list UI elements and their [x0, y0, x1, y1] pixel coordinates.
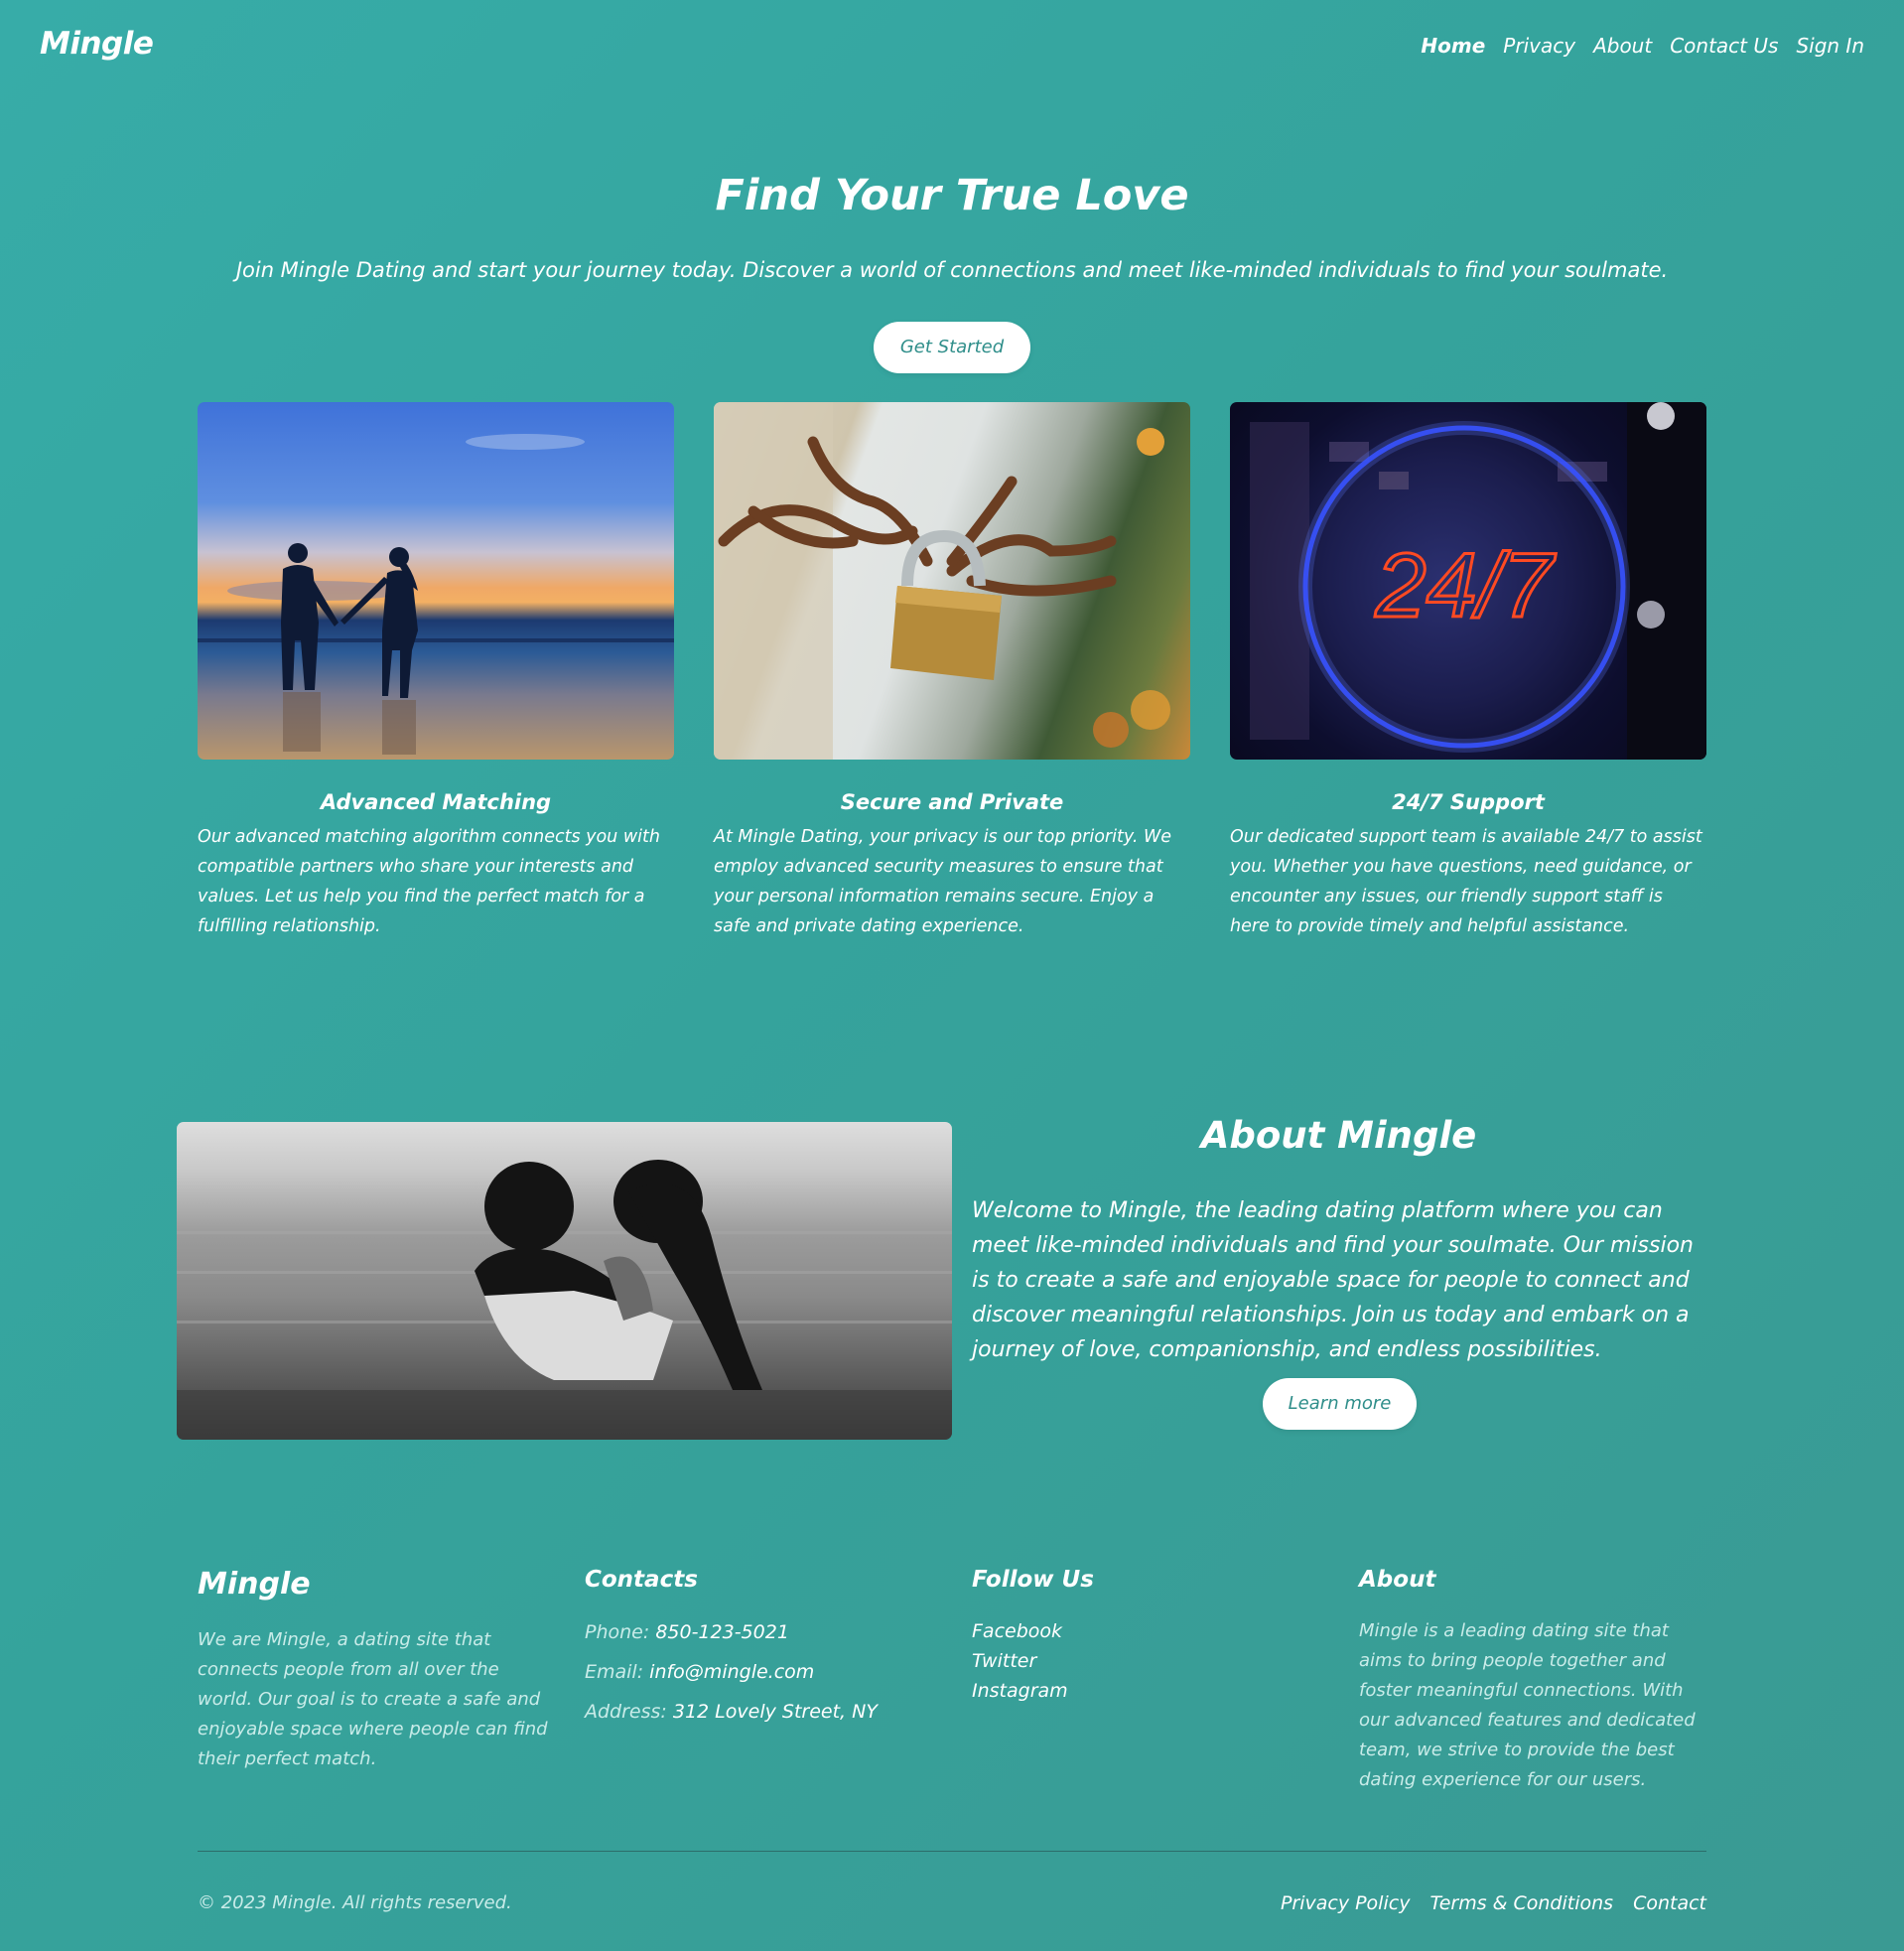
neon-24-7-sign-image: 24/7	[1230, 402, 1706, 760]
feature-text-secure: At Mingle Dating, your privacy is our to…	[714, 827, 1172, 936]
hero-subtitle: Join Mingle Dating and start your journe…	[235, 258, 1669, 282]
footer-bottom-links: Privacy Policy Terms & Conditions Contac…	[1281, 1892, 1706, 1914]
footer-contacts-title: Contacts	[585, 1567, 698, 1593]
nav-link-about[interactable]: About	[1593, 34, 1652, 58]
couple-beach-sunset-image	[198, 402, 674, 760]
phone-value[interactable]: 850-123-5021	[655, 1621, 789, 1643]
email-value[interactable]: info@mingle.com	[649, 1661, 814, 1683]
footer-follow-column: Follow Us Facebook Twitter Instagram	[972, 1567, 1329, 1706]
footer-about-column: About Mingle is a leading dating site th…	[1359, 1567, 1708, 1795]
copyright-text: © 2023 Mingle. All rights reserved.	[198, 1892, 512, 1913]
neon-sign-text: 24/7	[1374, 535, 1556, 636]
footer-link-contact[interactable]: Contact	[1633, 1892, 1706, 1914]
footer-divider	[198, 1851, 1706, 1852]
learn-more-button[interactable]: Learn more	[1263, 1378, 1417, 1430]
footer-phone: Phone: 850-123-5021	[585, 1612, 942, 1652]
nav-link-contact-us[interactable]: Contact Us	[1670, 34, 1778, 58]
feature-title-secure: Secure and Private	[840, 790, 1064, 814]
nav-links: Home Privacy About Contact Us Sign In	[1421, 34, 1864, 58]
footer-link-privacy-policy[interactable]: Privacy Policy	[1281, 1892, 1411, 1914]
address-label: Address:	[585, 1701, 667, 1723]
social-link-twitter[interactable]: Twitter	[972, 1646, 1329, 1676]
get-started-button[interactable]: Get Started	[874, 322, 1030, 373]
nav-link-sign-in[interactable]: Sign In	[1796, 34, 1864, 58]
footer-brand-column: Mingle We are Mingle, a dating site that…	[198, 1567, 555, 1774]
feature-text-matching: Our advanced matching algorithm connects…	[198, 827, 660, 936]
footer-link-terms[interactable]: Terms & Conditions	[1429, 1892, 1613, 1914]
feature-text-support: Our dedicated support team is available …	[1230, 827, 1702, 936]
padlock-chain-image	[714, 402, 1190, 760]
phone-label: Phone:	[585, 1621, 650, 1643]
footer-email: Email: info@mingle.com	[585, 1652, 942, 1692]
feature-title-support: 24/7 Support	[1392, 790, 1545, 814]
address-value: 312 Lovely Street, NY	[672, 1701, 878, 1723]
feature-title-matching: Advanced Matching	[320, 790, 552, 814]
hero-title: Find Your True Love	[715, 171, 1189, 220]
footer-about-description: Mingle is a leading dating site that aim…	[1359, 1620, 1696, 1790]
footer-address: Address: 312 Lovely Street, NY	[585, 1692, 942, 1732]
couple-kissing-in-water-image	[177, 1122, 952, 1440]
about-text: Welcome to Mingle, the leading dating pl…	[972, 1198, 1694, 1362]
footer-brand-description: We are Mingle, a dating site that connec…	[198, 1629, 548, 1769]
nav-link-home[interactable]: Home	[1421, 34, 1485, 58]
social-link-facebook[interactable]: Facebook	[972, 1616, 1329, 1646]
email-label: Email:	[585, 1661, 644, 1683]
footer-about-title: About	[1359, 1567, 1436, 1593]
about-title: About Mingle	[1200, 1114, 1477, 1157]
footer-contacts-column: Contacts Phone: 850-123-5021 Email: info…	[585, 1567, 942, 1732]
top-navbar: Mingle Home Privacy About Contact Us Sig…	[0, 0, 1904, 95]
footer-brand[interactable]: Mingle	[198, 1567, 555, 1602]
social-link-instagram[interactable]: Instagram	[972, 1676, 1329, 1706]
brand-logo[interactable]: Mingle	[40, 26, 154, 62]
footer-follow-title: Follow Us	[972, 1567, 1094, 1593]
nav-link-privacy[interactable]: Privacy	[1503, 34, 1575, 58]
